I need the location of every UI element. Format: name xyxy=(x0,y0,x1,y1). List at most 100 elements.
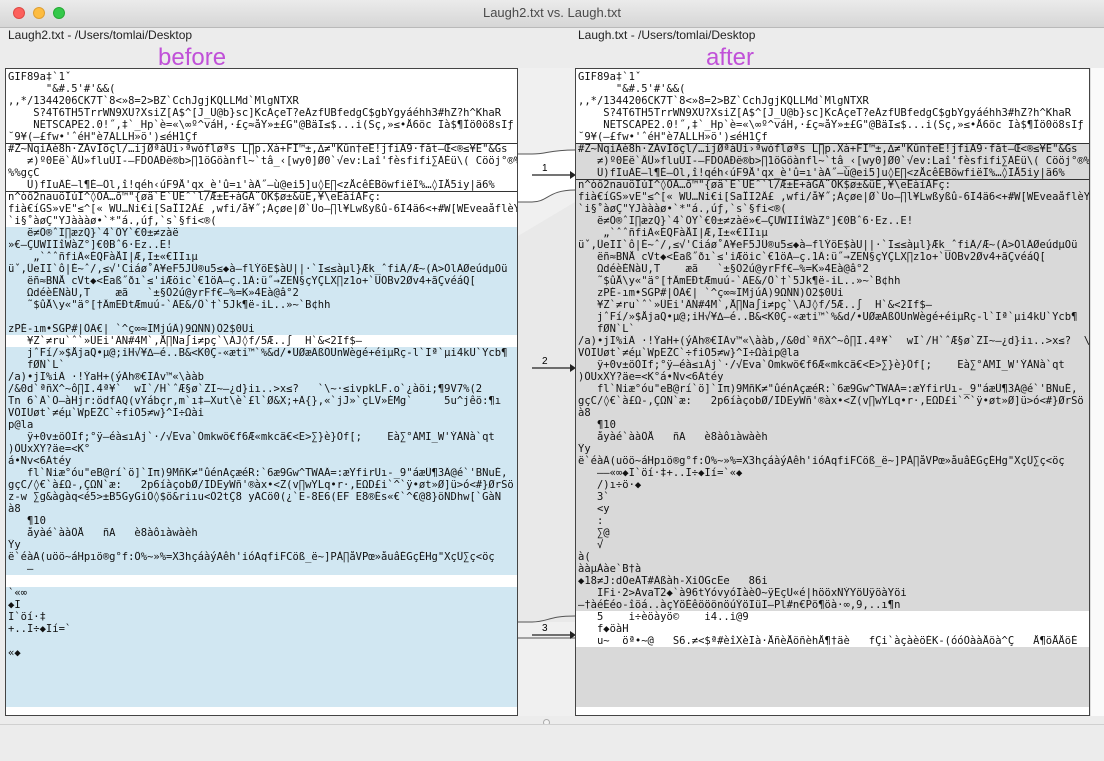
right-file-path: Laugh.txt - /Users/tomlai/Desktop xyxy=(578,27,755,44)
left-text-line: n^òô2nauöIúI^◊ÖÄ…õ™"{øä`Ë`ÛEˆ`l/Æ±E+àGÄ¨… xyxy=(8,191,381,203)
left-text-line: à8 xyxy=(8,503,21,515)
right-text-line: ≠)º0Eë`ÂÛ»fluUI-–FDOÄÐë®b>∏1öGöànfl~`tâ_… xyxy=(578,155,1089,167)
left-text-line: ˜$ûÅ\y«"ä°[†ÂmEÐtÆmuú-`ÄE&/Ô`†`5Jk¶ë-iL.… xyxy=(8,299,331,311)
left-text-line: – xyxy=(8,563,34,575)
right-text-line: `i§˚àøÇ"YJàààø•`*"á.,úƒ,`s`§fi<®( xyxy=(578,203,787,215)
left-text-line: ¥Z`≠ru`ˆ`»ÛEi'ÄÑ#4M`,Å∏Ña∫i≠pç`\ÄJ◊f/5Æ.… xyxy=(8,335,363,347)
left-text-line: I`öí·‡ xyxy=(8,611,46,623)
left-text-line: ,,*/1344206CK7T`8<»8=2>BZ`CchJgjKQLLMd`M… xyxy=(8,95,299,107)
right-text-line: <y xyxy=(578,503,610,515)
left-text-line: /a)•jI%iÄ ·!ÝaH+(ýÄh®€IÄv™«\ààb xyxy=(8,371,204,383)
left-text-line: p@la xyxy=(8,419,34,431)
right-text-line: fià€íGS»vE"≤^[« WU…Ñi€i[SaÎI2Â£ ,wfi/å¥˝… xyxy=(578,191,1089,203)
right-text-line: NETSCAPE2.0!˝,‡`_Hp`è=«\∞º^váH,·£ç≈åY»±£… xyxy=(578,119,1084,131)
left-text-line: jˆFí/»$ÅjaQ•μ@;iH√¥∆–é..B&<K0Ç-«æti™`%&d… xyxy=(8,347,508,359)
right-text-line: n^òô2nauöIúI^◊ÖÄ…õ™"{øä`Ë`ÛEˆ`l/Æ±E+àGÄ¨… xyxy=(578,179,951,191)
left-file-path: Laugh2.txt - /Users/tomlai/Desktop xyxy=(8,28,193,42)
left-text-line xyxy=(6,311,517,323)
left-text-line: «◆ xyxy=(8,647,21,659)
left-diff-separator xyxy=(6,191,517,192)
left-text-line: Tn 6`Ä`Ö–àHjr:ödfAQ(vYábçr,m`ı‡–Xut\è`£l… xyxy=(8,395,502,407)
left-text-line: gçC/◊€`à£Ω-,ÇΩN`æ: 2p6íàçobØ/IDEyWñ'®àx•… xyxy=(8,479,514,491)
bottom-bar xyxy=(0,724,1104,761)
diff-gutter: 1 2 3 xyxy=(518,68,575,716)
right-text-line: √ xyxy=(578,539,604,551)
diff-marker-1[interactable]: 1 xyxy=(542,163,548,174)
left-text-line: ˘9¥(–£fw•'ˆéH"è7ÄLLH»ö')≤éH1Çf xyxy=(8,131,198,143)
right-text-line: 5 i÷èöàyö© i4..i@9 xyxy=(578,611,749,623)
right-text-line: „`ˆˆñfiÄ«ÉQFàÅI|Æ,I±«€IIıµ xyxy=(578,227,768,239)
left-text-line: ÿ+0v±öÒIf;°ÿ–éà≤ıÀj`·/√Eva`Ómkwö€f6Æ«mkc… xyxy=(8,431,495,443)
right-text-line: åyàé`ààÖÅ ñA è8àôıàwàèh xyxy=(578,431,768,443)
right-text-line: #Z~NqiÀè8h·ZÀvIöçl/…ijØªàÜi›ªwófløªs L∏p… xyxy=(578,143,1078,155)
left-text-line: )ÖUxXY?äe=<K° xyxy=(8,443,91,455)
left-text-line: "&#.5'#'&&( xyxy=(8,83,116,95)
left-file-pane[interactable]: GIF89a‡`1ˇ "&#.5'#'&&(,,*/1344206CK7T`8<… xyxy=(5,68,518,716)
right-text-line: ˘9¥(–£fw•'ˆéH"è7ÄLLH»ö')≤éH1Çf xyxy=(578,131,768,143)
left-text-line: #Z~NqiÀè8h·ZÀvIöçl/…ijØªàÜi›ªwófløªs L∏p… xyxy=(8,143,508,155)
right-text-line: u~ öª•~@ S6.≠<$ª#èîXèIà·ÅñèÅöñèhÅ¶†äè fÇ… xyxy=(578,635,1078,647)
right-diff-separator xyxy=(576,179,1089,180)
left-text-line: ◆I xyxy=(8,599,21,611)
window-title: Laugh2.txt vs. Laugh.txt xyxy=(482,5,622,20)
right-text-line: gçC/◊€`à£Ω-,ÇΩN`æ: 2p6íàçobØ/IDEyWñ'®àx•… xyxy=(578,395,1084,407)
right-text-line: à( xyxy=(578,551,591,563)
right-text-line: ––«∞◆I`öí·‡+..I÷◆Ií=`«◆ xyxy=(578,467,743,479)
right-text-line: ëñ≈BÑÅ cVt◆<Éaß˝ðı`≤'iÆöic`€1öA–ç.1Ä:ü˝→… xyxy=(578,251,1046,263)
left-text-line: fØÑ`L` xyxy=(8,359,65,371)
right-text-line: ,,*/1344206CK7T`8<»8=2>BZ`CchJgjKQLLMd`M… xyxy=(578,95,869,107)
left-text-line xyxy=(6,635,517,647)
left-text-line: »€–ÇUWIIîWàZ°]€0Bˆ6·Ez..E! xyxy=(8,239,173,251)
left-text-line: ≠)º0Eë`ÂÛ»fluUI-–FDOÄÐë®b>∏1öGöànfl~`tâ_… xyxy=(8,155,517,167)
left-text-line: ëñ≈BÑÅ cVt◆<Éaß˝ðı`≤'iÆöic`€1öA–ç.1Ä:ü˝→… xyxy=(8,275,476,287)
left-text-line: ΩdéèÉÑàU,T æã `±§Ö2ú@yrFf€–%=K»4Eà@â°2 xyxy=(8,287,299,299)
right-text-line: S?4T6TH5TrrWN9XU?XsiZ[A$^[J_U@b}sc]KcÄçe… xyxy=(578,107,1072,119)
left-text-line: `i§˚àøÇ"YJàààø•`*"á.,úƒ,`s`§fi<®( xyxy=(8,215,217,227)
left-text-line: á•Nv<6Ätéy xyxy=(8,455,72,467)
left-text-line: ¶10 xyxy=(8,515,46,527)
diff-marker-3[interactable]: 3 xyxy=(542,623,548,634)
left-text-line: Ÿy xyxy=(8,539,21,551)
right-text-line: "&#.5'#'&&( xyxy=(578,83,686,95)
vertical-scrollbar[interactable] xyxy=(1090,68,1104,716)
left-text-line: ë`éàÄ(uöö~áHpıö®g°f:Ö%~»%=X3hçáàýAêh'ióA… xyxy=(8,551,495,563)
left-text-line: S?4T6TH5TrrWN9XU?XsiZ[A$^[J_U@b}sc]KcÄçe… xyxy=(8,107,502,119)
right-text-line: ¥Z`≠ru`ˆ`»ÛEi'ÄÑ#4M`,Å∏Ña∫i≠pç`\ÄJ◊f/5Æ.… xyxy=(578,299,933,311)
right-text-line: : xyxy=(578,515,604,527)
left-text-line: „`ˆˆñfiÄ«ÉQFàÅI|Æ,I±«€IIıµ xyxy=(8,251,198,263)
right-text-line: GIF89a‡`1ˇ xyxy=(578,71,642,83)
left-text-line: z-w ∑g&àgàq<é5>±B5GyGiÖ◊$ö&riıu<Ö2tÇ8 yA… xyxy=(8,491,502,503)
right-text-line: /a)•jI%iÄ ·!ÝaH+(ýÄh®€IÄv™«\ààb,/&0d`ªñX… xyxy=(578,335,1089,347)
right-text-line: 3` xyxy=(578,491,610,503)
right-text-line: ÿ+0v±öÒIf;°ÿ–éà≤ıÀj`·/√Eva`Ómkwö€f6Æ«mkc… xyxy=(578,359,1065,371)
left-text-line: Ü)fIuÄÉ–l¶É–Öl,î!qéh‹úF9Å'qx_è'û=ı'àÄ˝–ù… xyxy=(8,179,495,191)
diff-marker-2[interactable]: 2 xyxy=(542,356,548,367)
right-text-line: fl`Niæ°óu"eB@rí`ö]`Iπ)9MñK≠"ûénAçæéR:`6æ… xyxy=(578,383,1078,395)
right-text-line: ˜$ûÅ\y«"ä°[†ÂmEÐtÆmuú-`ÄE&/Ô`†`5Jk¶ë-iL.… xyxy=(578,275,901,287)
right-text-line: )ÖUxXY?äe=<K°á•Nv<6Ätéy xyxy=(578,371,724,383)
left-text-line: NETSCAPE2.0!˝,‡`_Hp`è=«\∞º^váH,·£ç≈åY»±£… xyxy=(8,119,514,131)
left-text-line: åyàé`ààÖÅ ñA è8àôıàwàèh xyxy=(8,527,198,539)
right-text-line: fØÑ`L` xyxy=(578,323,635,335)
right-file-pane[interactable]: GIF89a‡`1ˇ "&#.5'#'&&(,,*/1344206CK7T`8<… xyxy=(575,68,1090,716)
left-diff-separator xyxy=(6,143,517,144)
right-text-line: zPÉ-ım•SGP#|ÖÄ€| `^ç∞≈IMjúÄ)9ΩÑN)Ö2$0Ui xyxy=(578,287,844,299)
right-text-line: f◆öàH xyxy=(578,623,629,635)
right-text-line: Ü)fIuÄÉ–l¶É–Öl,î!qéh‹úF9Å'qx_è'û=ı'àÄ˝–ù… xyxy=(578,167,1065,179)
left-text-line: +..I÷◆Ií=` xyxy=(8,623,72,635)
right-grey-diff-block xyxy=(576,647,1089,707)
right-text-line: IFi·2>AvaT2◆`à96tYóvyóIàèÖ~ÿEçU«é|hööxÑÝ… xyxy=(578,587,907,599)
left-text-line: zPÉ-ım•SGP#|ÖÄ€| `^ç∞≈IMjúÄ)9ΩÑN)Ö2$0Ui xyxy=(8,323,255,335)
left-text-line: `«∞ xyxy=(8,587,27,599)
right-text-line: ∑@ xyxy=(578,527,610,539)
right-text-line: ¶10 xyxy=(578,419,616,431)
left-text-line: VÖIUøt`≠éμ`WpEŽC`÷fiÕ5≠w}^I÷Ωài xyxy=(8,407,204,419)
title-bar: Laugh2.txt vs. Laugh.txt xyxy=(0,0,1104,28)
right-text-line: ë≠Ö®ˆI∏æzQ}`4`ÖY`€0±≠zàë»€–ÇUWIIîWàZ°]€0… xyxy=(578,215,914,227)
left-text-line: fià€íGS»vE"≤^[« WU…Ñi€i[SaÎI2Â£ ,wfi/å¥˝… xyxy=(8,203,517,215)
right-file-path-text: Laugh.txt - /Users/tomlai/Desktop xyxy=(578,28,756,42)
right-text-line: /)ı÷ö·◆ xyxy=(578,479,642,491)
left-text-line xyxy=(6,575,517,587)
left-text-line: /&0d`ªñX^~ô∏I.4ª¥` wI`/H`ˆÆ§ø`ZI~–¿d}iı.… xyxy=(8,383,483,395)
left-text-line: fl`Niæ°óu"eB@rí`ö]`Iπ)9MñK≠"ûénAçæéR:`6æ… xyxy=(8,467,508,479)
